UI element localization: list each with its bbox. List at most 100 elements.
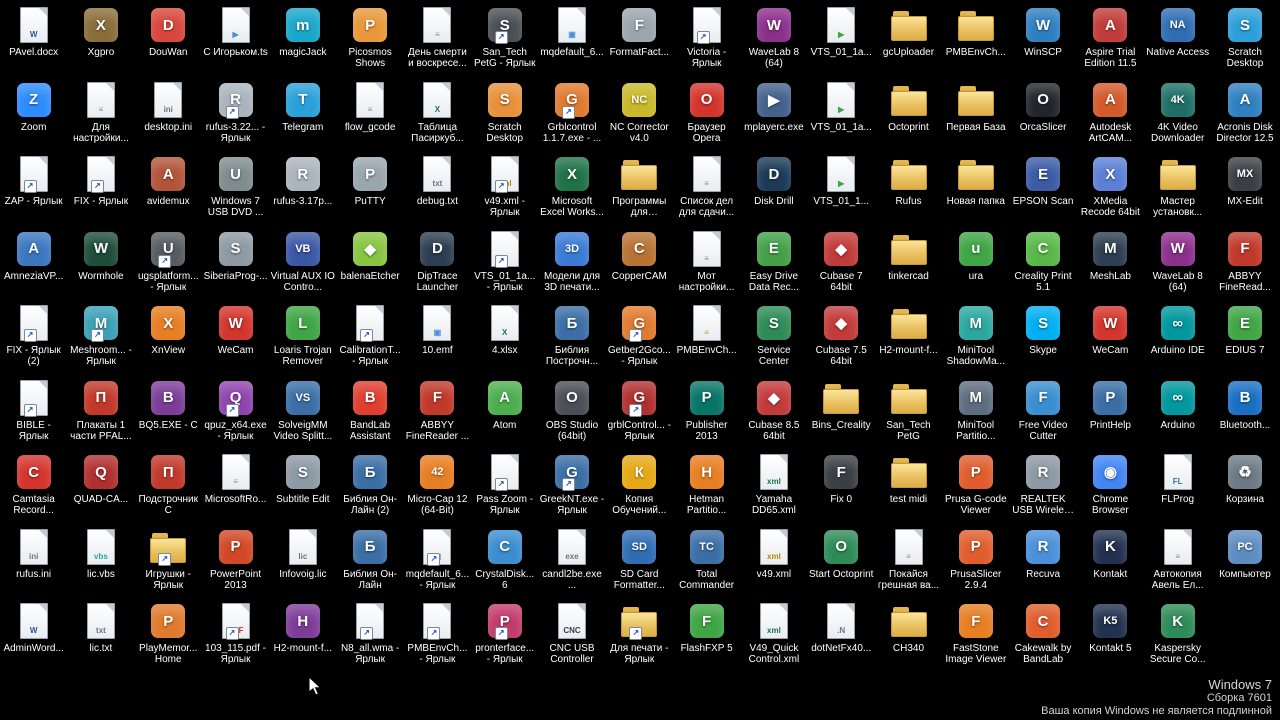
desktop-icon[interactable]: H H2-mount-f...: [269, 598, 336, 673]
desktop-icon[interactable]: ini rufus.ini: [0, 524, 67, 599]
desktop-icon[interactable]: O Start Octoprint: [808, 524, 875, 599]
desktop-icon[interactable]: B BQ5.EXE - C: [135, 375, 202, 450]
desktop-icon[interactable]: E Easy Drive Data Rec...: [740, 226, 807, 301]
desktop-icon[interactable]: S ↗ San_Tech PetG - Ярлык: [471, 2, 538, 77]
desktop-icon[interactable]: S Scratch Desktop: [471, 77, 538, 152]
desktop-icon[interactable]: ♪↗ N8_all.wma - Ярлык: [336, 598, 403, 673]
desktop-icon[interactable]: P PlayMemor... Home: [135, 598, 202, 673]
desktop-icon[interactable]: ▣↗ mqdefault_6... - Ярлык: [404, 524, 471, 599]
desktop-icon[interactable]: ∞ Arduino: [1144, 375, 1211, 450]
desktop-icon[interactable]: NC NC Corrector v4.0: [606, 77, 673, 152]
desktop-icon[interactable]: test midi: [875, 449, 942, 524]
desktop-icon[interactable]: M MiniTool Partitio...: [942, 375, 1009, 450]
desktop-icon[interactable]: D DouWan: [135, 2, 202, 77]
desktop-icon[interactable]: A Acronis Disk Director 12.5: [1211, 77, 1278, 152]
desktop-icon[interactable]: C Cakewalk by BandLab: [1009, 598, 1076, 673]
desktop-icon[interactable]: K5 Kontakt 5: [1077, 598, 1144, 673]
desktop-icon[interactable]: ≡ День смерти и воскресе...: [404, 2, 471, 77]
desktop-icon[interactable]: ≡ flow_gcode: [336, 77, 403, 152]
desktop-icon[interactable]: ▶ С Игорьком.ts: [202, 2, 269, 77]
desktop-icon[interactable]: Программы для Разводк...: [606, 151, 673, 226]
desktop-icon[interactable]: M ↗ Meshroom... - Ярлык: [67, 300, 134, 375]
desktop-icon[interactable]: ≡ PMBEnvCh...: [673, 300, 740, 375]
desktop-icon[interactable]: U Windows 7 USB DVD ...: [202, 151, 269, 226]
desktop-icon[interactable]: L Loaris Trojan Remover: [269, 300, 336, 375]
desktop-icon[interactable]: txt lic.txt: [67, 598, 134, 673]
desktop-icon[interactable]: PC Компьютер: [1211, 524, 1278, 599]
desktop-icon[interactable]: G ↗ Grblcontrol 1.1.7.exe - ...: [538, 77, 605, 152]
desktop-icon[interactable]: ▶ VTS_01_1...: [808, 151, 875, 226]
desktop-icon[interactable]: F FastStone Image Viewer: [942, 598, 1009, 673]
desktop-icon[interactable]: ▣ 10.emf: [404, 300, 471, 375]
desktop-icon[interactable]: D Disk Drill: [740, 151, 807, 226]
desktop-icon[interactable]: A Aspire Trial Edition 11.5: [1077, 2, 1144, 77]
desktop-icon[interactable]: ≡ Список дел для сдачи...: [673, 151, 740, 226]
desktop-icon[interactable]: ≡↗ Pass Zoom - Ярлык: [471, 449, 538, 524]
desktop-icon[interactable]: R rufus-3.17p...: [269, 151, 336, 226]
desktop-icon[interactable]: F ABBYY FineRead...: [1211, 226, 1278, 301]
desktop-icon[interactable]: M MiniTool ShadowMa...: [942, 300, 1009, 375]
desktop-icon[interactable]: P Publisher 2013: [673, 375, 740, 450]
desktop-icon[interactable]: R Recuva: [1009, 524, 1076, 599]
desktop-icon[interactable]: San_Tech PetG: [875, 375, 942, 450]
desktop-icon[interactable]: 3D Модели для 3D печати...: [538, 226, 605, 301]
desktop-icon[interactable]: E EPSON Scan: [1009, 151, 1076, 226]
desktop-icon[interactable]: PMBEnvCh...: [942, 2, 1009, 77]
desktop-icon[interactable]: F FlashFXP 5: [673, 598, 740, 673]
desktop-icon[interactable]: gcUploader: [875, 2, 942, 77]
desktop-icon[interactable]: M MeshLab: [1077, 226, 1144, 301]
desktop-icon[interactable]: P ↗ pronterface... - Ярлык: [471, 598, 538, 673]
desktop-icon[interactable]: Q QUAD-CA...: [67, 449, 134, 524]
desktop-icon[interactable]: C CopperCAM: [606, 226, 673, 301]
desktop-icon[interactable]: Мастер установк...: [1144, 151, 1211, 226]
desktop-icon[interactable]: FL FLProg: [1144, 449, 1211, 524]
desktop-icon[interactable]: ↗ Игрушки - Ярлык: [135, 524, 202, 599]
desktop-icon[interactable]: xml v49.xml: [740, 524, 807, 599]
desktop-icon[interactable]: G ↗ grblControl... - Ярлык: [606, 375, 673, 450]
desktop-icon[interactable]: CH340: [875, 598, 942, 673]
desktop-icon[interactable]: S Scratch Desktop: [1211, 2, 1278, 77]
desktop-icon[interactable]: ≡ MicrosoftRo...: [202, 449, 269, 524]
desktop-icon[interactable]: VS SolveigMM Video Splitt...: [269, 375, 336, 450]
desktop-icon[interactable]: W WeCam: [202, 300, 269, 375]
desktop-icon[interactable]: P PrusaSlicer 2.9.4: [942, 524, 1009, 599]
desktop-icon[interactable]: F↗ FIX - Ярлык: [67, 151, 134, 226]
desktop-icon[interactable]: ≡ Для настройки...: [67, 77, 134, 152]
desktop-icon[interactable]: CNC CNC USB Controller: [538, 598, 605, 673]
desktop-icon[interactable]: F↗ FIX - Ярлык (2): [0, 300, 67, 375]
desktop-icon[interactable]: C CrystalDisk... 6: [471, 524, 538, 599]
desktop-icon[interactable]: F Fix 0: [808, 449, 875, 524]
desktop-icon[interactable]: ≡ Мот настройки...: [673, 226, 740, 301]
desktop-icon[interactable]: Б Библия Он-Лайн (2): [336, 449, 403, 524]
desktop-icon[interactable]: Bins_Creality: [808, 375, 875, 450]
desktop-icon[interactable]: ♻ Корзина: [1211, 449, 1278, 524]
desktop-icon[interactable]: G ↗ GreekNT.exe - Ярлык: [538, 449, 605, 524]
desktop-icon[interactable]: B Bluetooth...: [1211, 375, 1278, 450]
desktop-icon[interactable]: ↗ Для печати - Ярлык: [606, 598, 673, 673]
desktop-icon[interactable]: ◆ balenaEtcher: [336, 226, 403, 301]
desktop-icon[interactable]: H2-mount-f...: [875, 300, 942, 375]
desktop-icon[interactable]: lic Infovoig.lic: [269, 524, 336, 599]
desktop-icon[interactable]: ≡ Автокопия Авель Ел...: [1144, 524, 1211, 599]
desktop-icon[interactable]: u ura: [942, 226, 1009, 301]
desktop-icon[interactable]: ◆ Cubase 7 64bit: [808, 226, 875, 301]
desktop-icon[interactable]: 42 Micro-Cap 12 (64-Bit): [404, 449, 471, 524]
desktop-icon[interactable]: S SiberiaProg-...: [202, 226, 269, 301]
desktop-icon[interactable]: A Atom: [471, 375, 538, 450]
desktop-icon[interactable]: tinkercad: [875, 226, 942, 301]
desktop-icon[interactable]: ▶↗ VTS_01_1a... - Ярлык: [471, 226, 538, 301]
desktop-icon[interactable]: C Creality Print 5.1: [1009, 226, 1076, 301]
desktop-icon[interactable]: VB Virtual AUX IO Contro...: [269, 226, 336, 301]
desktop-icon[interactable]: F FormatFact...: [606, 2, 673, 77]
desktop-icon[interactable]: Б Библия Он-Лайн: [336, 524, 403, 599]
desktop-icon[interactable]: xml↗ v49.xml - Ярлык: [471, 151, 538, 226]
desktop-icon[interactable]: W AdminWord...: [0, 598, 67, 673]
desktop-icon[interactable]: txt debug.txt: [404, 151, 471, 226]
desktop-icon[interactable]: A Autodesk ArtCAM...: [1077, 77, 1144, 152]
desktop-icon[interactable]: S Subtitle Edit: [269, 449, 336, 524]
desktop-icon[interactable]: ◉ Chrome Browser: [1077, 449, 1144, 524]
desktop-icon[interactable]: Octoprint: [875, 77, 942, 152]
desktop-icon[interactable]: ∞ Arduino IDE: [1144, 300, 1211, 375]
desktop-icon[interactable]: Z↗ ZAP - Ярлык: [0, 151, 67, 226]
desktop-icon[interactable]: MX MX-Edit: [1211, 151, 1278, 226]
